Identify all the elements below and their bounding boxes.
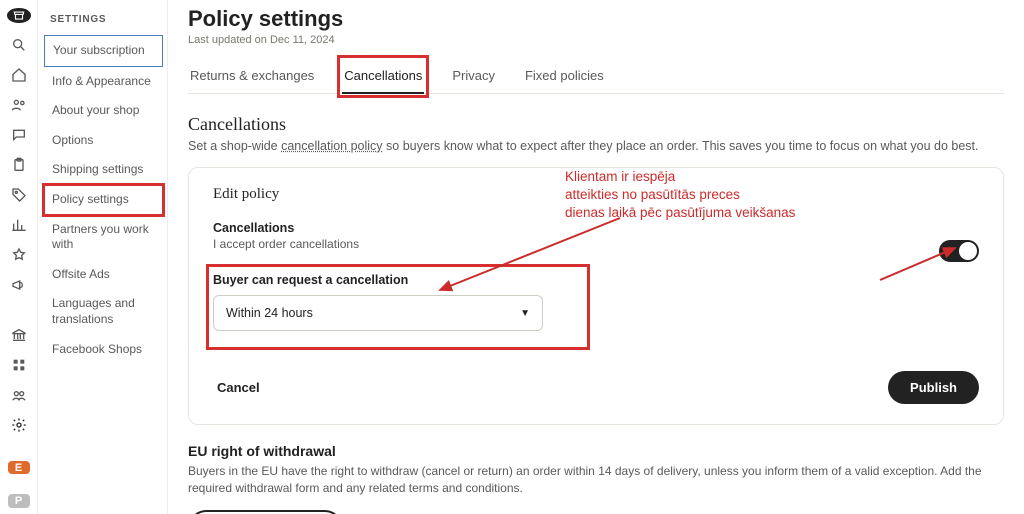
edit-policy-heading: Edit policy xyxy=(213,186,979,203)
avatar-badge-p[interactable]: P xyxy=(8,494,30,508)
sidebar-item-options[interactable]: Options xyxy=(44,126,163,156)
accept-cancellations-toggle[interactable]: ✓ xyxy=(939,240,979,262)
eu-body: Buyers in the EU have the right to withd… xyxy=(188,463,1004,498)
page-title: Policy settings xyxy=(188,6,1004,32)
avatar-badge-e[interactable]: E xyxy=(8,461,30,475)
buyer-request-label: Buyer can request a cancellation xyxy=(213,273,573,287)
sidebar-item-info-appearance[interactable]: Info & Appearance xyxy=(44,67,163,97)
edit-policy-card: Edit policy Cancellations I accept order… xyxy=(188,167,1004,425)
shop-logo-icon[interactable] xyxy=(7,8,31,23)
cancel-button[interactable]: Cancel xyxy=(213,372,264,403)
toggle-knob xyxy=(959,242,977,260)
section-heading: Cancellations xyxy=(188,114,1004,135)
tab-cancellations[interactable]: Cancellations xyxy=(342,60,424,93)
section-description: Set a shop-wide cancellation policy so b… xyxy=(188,139,1004,153)
star-icon[interactable] xyxy=(8,247,30,263)
cancellation-window-select[interactable]: Within 24 hours ▼ xyxy=(213,295,543,331)
tab-bar: Returns & exchanges Cancellations Privac… xyxy=(188,60,1004,94)
bank-icon[interactable] xyxy=(8,327,30,343)
community-icon[interactable] xyxy=(8,387,30,403)
sidebar-item-languages[interactable]: Languages and translations xyxy=(44,289,163,334)
tab-returns[interactable]: Returns & exchanges xyxy=(188,60,316,93)
megaphone-icon[interactable] xyxy=(8,277,30,293)
page-updated: Last updated on Dec 11, 2024 xyxy=(188,34,1004,46)
apps-icon[interactable] xyxy=(8,357,30,373)
sidebar-item-shipping[interactable]: Shipping settings xyxy=(44,155,163,185)
sidebar-item-subscription[interactable]: Your subscription xyxy=(44,35,163,67)
chevron-down-icon: ▼ xyxy=(520,308,530,319)
buyer-request-field-block: Buyer can request a cancellation Within … xyxy=(213,271,583,343)
cancellation-policy-link[interactable]: cancellation policy xyxy=(281,139,382,153)
icon-rail: E P xyxy=(0,0,38,514)
tag-icon[interactable] xyxy=(8,187,30,203)
home-icon[interactable] xyxy=(8,67,30,83)
cancellations-option-sub: I accept order cancellations xyxy=(213,237,979,251)
sidebar-item-about-shop[interactable]: About your shop xyxy=(44,96,163,126)
publish-button[interactable]: Publish xyxy=(888,371,979,404)
clipboard-icon[interactable] xyxy=(8,157,30,173)
people-icon[interactable] xyxy=(8,97,30,113)
stats-icon[interactable] xyxy=(8,217,30,233)
gear-icon[interactable] xyxy=(8,417,30,433)
select-value: Within 24 hours xyxy=(226,306,313,320)
check-icon: ✓ xyxy=(945,245,954,258)
sidebar-item-partners[interactable]: Partners you work with xyxy=(44,215,163,260)
chat-icon[interactable] xyxy=(8,127,30,143)
sidebar-item-facebook-shops[interactable]: Facebook Shops xyxy=(44,335,163,365)
settings-sidebar-title: SETTINGS xyxy=(44,10,163,35)
tab-fixed-policies[interactable]: Fixed policies xyxy=(523,60,606,93)
add-policy-info-button[interactable]: ＋ Add policy info xyxy=(188,510,343,514)
sidebar-item-offsite-ads[interactable]: Offsite Ads xyxy=(44,260,163,290)
main-content: Policy settings Last updated on Dec 11, … xyxy=(168,0,1024,514)
cancellations-option-title: Cancellations xyxy=(213,221,979,235)
eu-heading: EU right of withdrawal xyxy=(188,443,1004,459)
sidebar-item-policy-settings[interactable]: Policy settings xyxy=(44,185,163,215)
search-icon[interactable] xyxy=(8,37,30,53)
settings-sidebar: SETTINGS Your subscription Info & Appear… xyxy=(38,0,168,514)
tab-privacy[interactable]: Privacy xyxy=(450,60,497,93)
